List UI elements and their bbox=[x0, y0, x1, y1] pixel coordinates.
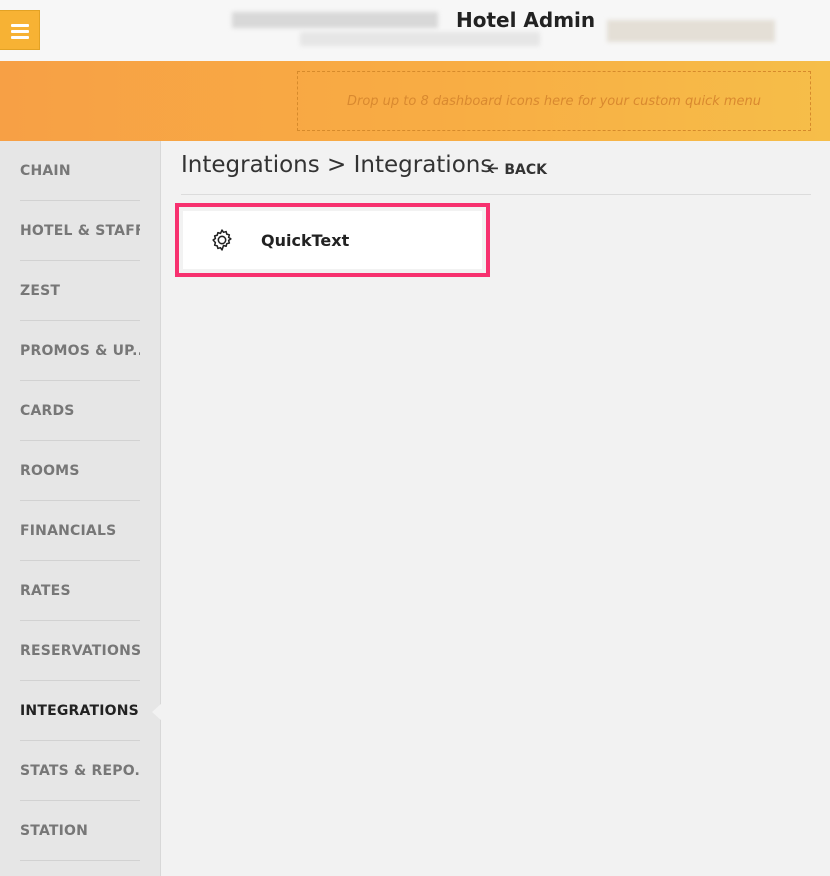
sidebar-item-reservations[interactable]: RESERVATIONS bbox=[20, 621, 140, 681]
sidebar-item-rates[interactable]: RATES bbox=[20, 561, 140, 621]
redacted-user-info bbox=[607, 20, 775, 42]
breadcrumb: Integrations > Integrations bbox=[181, 152, 493, 178]
sidebar-item-zest[interactable]: ZEST bbox=[20, 261, 140, 321]
sidebar-item-promos-upsells[interactable]: PROMOS & UP... bbox=[20, 321, 140, 381]
breadcrumb-bar: Integrations > Integrations 🡨 BACK bbox=[181, 141, 811, 195]
sidebar-item-chain[interactable]: CHAIN bbox=[20, 141, 140, 201]
menu-icon bbox=[11, 24, 29, 27]
redacted-hotel-name bbox=[232, 12, 438, 28]
app-title: Hotel Admin bbox=[456, 8, 596, 32]
sidebar-item-stats-reports[interactable]: STATS & REPO... bbox=[20, 741, 140, 801]
back-label: BACK bbox=[504, 162, 548, 178]
sidebar-item-integrations[interactable]: INTEGRATIONS bbox=[20, 681, 162, 741]
integration-card-label: QuickText bbox=[261, 230, 350, 250]
quick-menu-dropzone[interactable]: Drop up to 8 dashboard icons here for yo… bbox=[297, 71, 811, 131]
quick-menu-band: Drop up to 8 dashboard icons here for yo… bbox=[0, 61, 830, 141]
hamburger-menu-button[interactable] bbox=[0, 10, 40, 50]
sidebar-item-cards[interactable]: CARDS bbox=[20, 381, 140, 441]
arrow-left-icon: 🡨 bbox=[487, 161, 499, 177]
integration-card-quicktext[interactable]: QuickText bbox=[183, 211, 482, 269]
main-content: Integrations > Integrations 🡨 BACK Quick… bbox=[161, 141, 830, 876]
back-button[interactable]: 🡨 BACK bbox=[487, 158, 547, 182]
sidebar-item-financials[interactable]: FINANCIALS bbox=[20, 501, 140, 561]
sidebar-item-hotel-staff[interactable]: HOTEL & STAFF bbox=[20, 201, 140, 261]
top-header: Hotel Admin bbox=[0, 0, 830, 61]
sidebar: CHAIN HOTEL & STAFF ZEST PROMOS & UP... … bbox=[0, 141, 162, 876]
highlight-box: QuickText bbox=[175, 203, 490, 277]
sidebar-item-station[interactable]: STATION bbox=[20, 801, 140, 861]
gear-icon bbox=[212, 229, 232, 251]
sidebar-item-rooms[interactable]: ROOMS bbox=[20, 441, 140, 501]
